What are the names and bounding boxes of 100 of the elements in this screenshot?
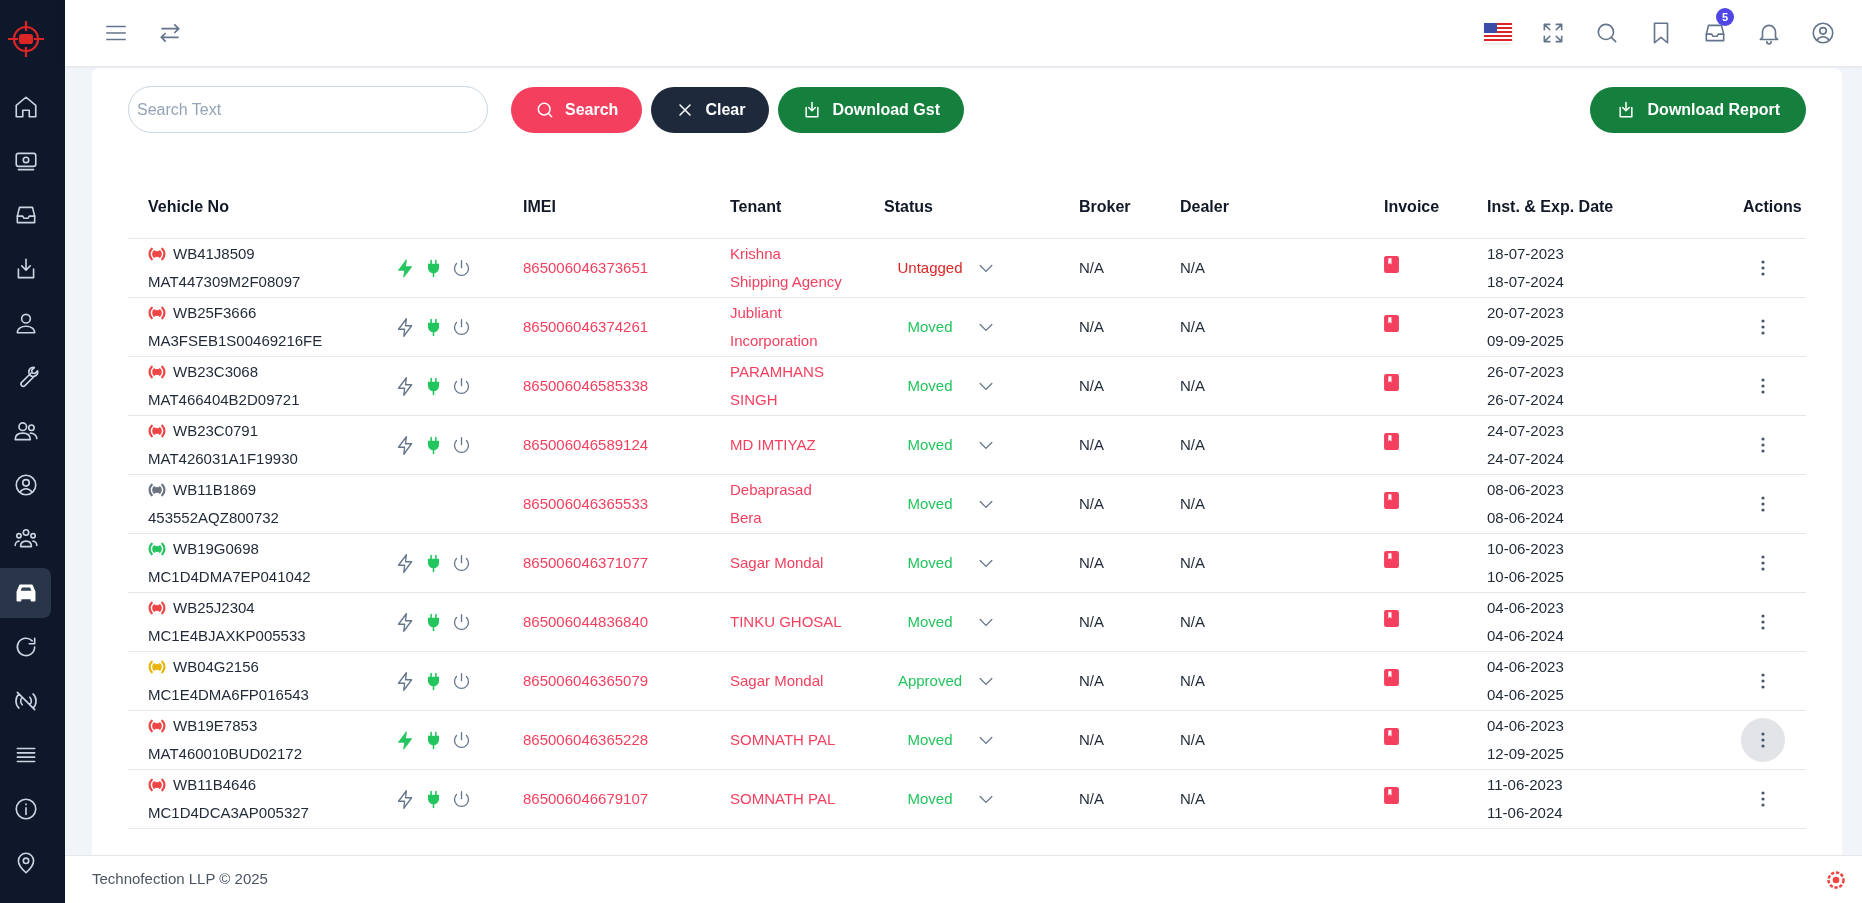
status-dropdown[interactable]: Moved <box>884 490 996 518</box>
column-header: Tenant <box>730 196 783 217</box>
invoice-icon[interactable] <box>1384 315 1399 332</box>
column-header: IMEI <box>523 196 557 217</box>
column-header: Dealer <box>1180 196 1230 217</box>
dealer-cell: N/A <box>1180 613 1205 630</box>
power-icon <box>451 375 472 397</box>
dots-vertical-icon <box>1761 673 1765 689</box>
dealer-cell: N/A <box>1180 790 1205 807</box>
dealer-cell: N/A <box>1180 731 1205 748</box>
power-icon <box>451 552 472 574</box>
install-date: 04-06-2023 <box>1487 598 1564 618</box>
dealer-cell: N/A <box>1180 554 1205 571</box>
dealer-cell: N/A <box>1180 377 1205 394</box>
broker-cell: N/A <box>1079 495 1104 512</box>
invoice-icon[interactable] <box>1384 256 1399 273</box>
tenant-link[interactable]: Jubliant Incorporation <box>730 299 842 355</box>
install-date: 10-06-2023 <box>1487 539 1564 559</box>
dots-vertical-icon <box>1761 791 1765 807</box>
expiry-date: 04-06-2025 <box>1487 685 1564 705</box>
expiry-date: 18-07-2024 <box>1487 272 1564 292</box>
invoice-icon[interactable] <box>1384 610 1399 627</box>
footer-text: Technofection LLP © 2025 <box>92 869 268 890</box>
imei-link[interactable]: 865006046365079 <box>523 672 649 689</box>
dots-vertical-icon <box>1761 614 1765 630</box>
search-button[interactable]: Search <box>511 86 643 133</box>
status-dropdown[interactable]: Moved <box>884 549 996 577</box>
invoice-icon[interactable] <box>1384 433 1399 450</box>
power-icon <box>451 611 472 633</box>
invoice-icon[interactable] <box>1384 374 1399 391</box>
invoice-icon[interactable] <box>1384 787 1399 804</box>
chassis-number: MAT466404B2D09721 <box>148 390 300 410</box>
vehicle-number: WB23C3068 <box>173 362 259 382</box>
tenant-link[interactable]: Sagar Mondal <box>730 549 842 577</box>
tenant-link[interactable]: SOMNATH PAL <box>730 785 842 813</box>
invoice-icon[interactable] <box>1384 669 1399 686</box>
invoice-icon[interactable] <box>1384 492 1399 509</box>
status-dropdown[interactable]: Moved <box>884 726 996 754</box>
tenant-link[interactable]: TINKU GHOSAL <box>730 608 842 636</box>
car-icon[interactable] <box>0 568 51 618</box>
chassis-number: MC1E4DMA6FP016543 <box>148 685 309 705</box>
download-report-button[interactable]: Download Report <box>1589 86 1806 133</box>
invoice-icon[interactable] <box>1384 728 1399 745</box>
status-dropdown[interactable]: Untagged <box>884 254 996 282</box>
broker-cell: N/A <box>1079 377 1104 394</box>
status-dropdown[interactable]: Moved <box>884 608 996 636</box>
status-dropdown[interactable]: Moved <box>884 785 996 813</box>
column-header: Vehicle No <box>147 196 230 217</box>
install-date: 24-07-2023 <box>1487 421 1564 441</box>
dots-vertical-icon <box>1761 496 1765 512</box>
imei-link[interactable]: 865006044836840 <box>523 613 649 630</box>
install-date: 04-06-2023 <box>1487 716 1564 736</box>
column-header: Broker <box>1079 196 1132 217</box>
expiry-date: 24-07-2024 <box>1487 449 1564 469</box>
broker-cell: N/A <box>1079 554 1104 571</box>
install-date: 08-06-2023 <box>1487 480 1564 500</box>
chassis-number: MC1D4DMA7EP041042 <box>148 567 311 587</box>
expiry-date: 12-09-2025 <box>1487 744 1564 764</box>
invoice-icon[interactable] <box>1384 551 1399 568</box>
broker-cell: N/A <box>1079 259 1104 276</box>
dealer-cell: N/A <box>1180 318 1205 335</box>
search-field[interactable]: Search Text <box>128 86 488 133</box>
imei-link[interactable]: 865006046365228 <box>523 731 649 748</box>
gear-icon[interactable] <box>1826 869 1846 890</box>
status-dropdown[interactable]: Approved <box>884 667 996 695</box>
dealer-cell: N/A <box>1180 495 1205 512</box>
install-date: 04-06-2023 <box>1487 657 1564 677</box>
vehicle-number: WB11B4646 <box>173 775 257 795</box>
us-flag-icon[interactable] <box>1484 23 1512 43</box>
install-date: 11-06-2023 <box>1487 775 1563 795</box>
download-gst-button[interactable]: Download Gst <box>778 86 964 133</box>
tenant-link[interactable]: Krishna Shipping Agency <box>730 240 842 296</box>
tenant-link[interactable]: Sagar Mondal <box>730 667 842 695</box>
broker-cell: N/A <box>1079 731 1104 748</box>
imei-link[interactable]: 865006046374261 <box>523 318 649 335</box>
status-dropdown[interactable]: Moved <box>884 431 996 459</box>
tenant-link[interactable]: SOMNATH PAL <box>730 726 842 754</box>
notification-badge: 5 <box>1716 8 1734 26</box>
status-dropdown[interactable]: Moved <box>884 372 996 400</box>
status-dropdown[interactable]: Moved <box>884 313 996 341</box>
expiry-date: 09-09-2025 <box>1487 331 1564 351</box>
imei-link[interactable]: 865006046373651 <box>523 259 649 276</box>
imei-link[interactable]: 865006046679107 <box>523 790 649 807</box>
tenant-link[interactable]: PARAMHANS SINGH <box>730 358 842 414</box>
vehicle-number: WB41J8509 <box>173 244 255 264</box>
tenant-link[interactable]: Debaprasad Bera <box>730 476 842 532</box>
column-header: Inst. & Exp. Date <box>1487 196 1615 217</box>
vehicle-number: WB19E7853 <box>173 716 258 736</box>
power-icon <box>451 434 472 456</box>
imei-link[interactable]: 865006046365533 <box>523 495 649 512</box>
expiry-date: 11-06-2024 <box>1487 803 1563 823</box>
imei-link[interactable]: 865006046589124 <box>523 436 649 453</box>
imei-link[interactable]: 865006046371077 <box>523 554 649 571</box>
dots-vertical-icon <box>1761 378 1765 394</box>
install-date: 18-07-2023 <box>1487 244 1564 264</box>
imei-link[interactable]: 865006046585338 <box>523 377 649 394</box>
column-header: Status <box>884 196 934 217</box>
expiry-date: 26-07-2024 <box>1487 390 1564 410</box>
tenant-link[interactable]: MD IMTIYAZ <box>730 431 842 459</box>
clear-button[interactable]: Clear <box>651 86 770 133</box>
